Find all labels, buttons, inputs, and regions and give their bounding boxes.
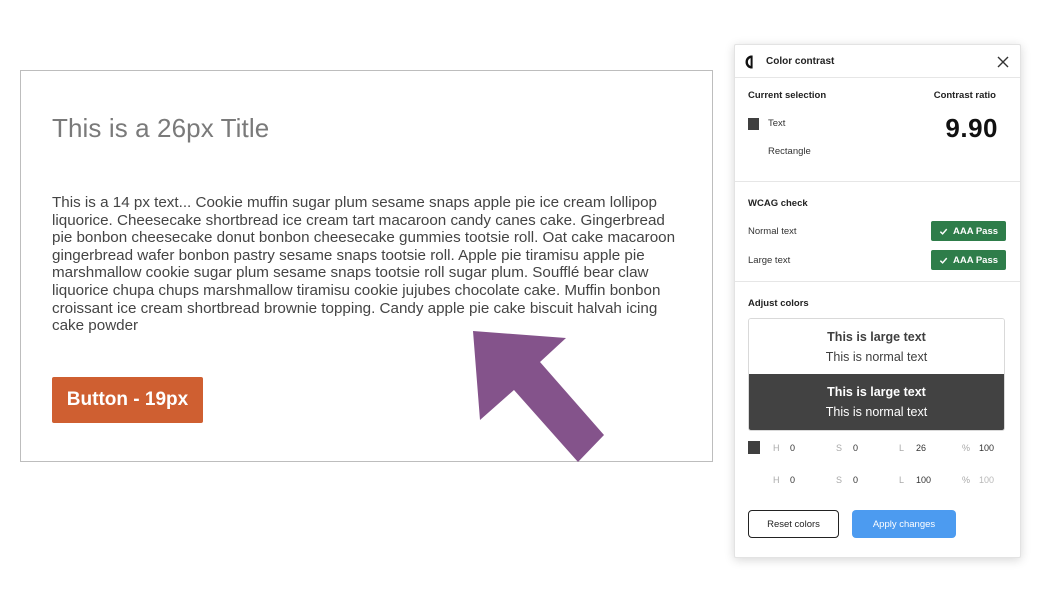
check-icon bbox=[939, 228, 948, 235]
rect-color-hsl-row: H 0 S 0 L 100 % 100 bbox=[748, 473, 1008, 489]
check-icon bbox=[939, 257, 948, 264]
text-color-swatch-small[interactable] bbox=[748, 441, 760, 454]
lightness-input[interactable]: 26 bbox=[916, 443, 926, 453]
text-color-swatch[interactable] bbox=[748, 118, 759, 130]
panel-header: Color contrast bbox=[735, 45, 1020, 78]
frame-title[interactable]: This is a 26px Title bbox=[52, 113, 269, 144]
contrast-preview: This is large text This is normal text T… bbox=[748, 318, 1005, 431]
wcag-heading: WCAG check bbox=[748, 198, 808, 209]
preview-large-text-dark: This is large text bbox=[827, 385, 926, 399]
large-text-label: Large text bbox=[748, 255, 791, 266]
arrow-pointer-icon bbox=[473, 331, 604, 462]
close-icon[interactable] bbox=[996, 55, 1010, 69]
hue-label: H bbox=[773, 475, 780, 485]
lightness-input[interactable]: 100 bbox=[916, 475, 931, 485]
normal-text-result: AAA Pass bbox=[952, 225, 999, 237]
preview-normal-text: This is normal text bbox=[825, 350, 928, 364]
normal-text-status-badge: AAA Pass bbox=[931, 221, 1006, 241]
large-text-status-badge: AAA Pass bbox=[931, 250, 1006, 270]
color-contrast-panel: Color contrast Current selection Contras… bbox=[734, 44, 1021, 558]
large-text-result: AAA Pass bbox=[952, 254, 999, 266]
saturation-input[interactable]: 0 bbox=[853, 475, 858, 485]
alpha-label: % bbox=[962, 475, 971, 485]
text-color-hsl-row: H 0 S 0 L 26 % 100 bbox=[748, 441, 1008, 457]
hue-input[interactable]: 0 bbox=[790, 443, 795, 453]
lightness-label: L bbox=[899, 475, 905, 485]
preview-light: This is large text This is normal text bbox=[749, 319, 1004, 374]
plugin-logo-icon bbox=[745, 55, 753, 69]
preview-normal-text-dark: This is normal text bbox=[825, 405, 928, 419]
preview-dark: This is large text This is normal text bbox=[749, 374, 1004, 430]
reset-colors-button[interactable]: Reset colors bbox=[748, 510, 839, 538]
frame-body-text[interactable]: This is a 14 px text... Cookie muffin su… bbox=[52, 194, 682, 335]
alpha-label: % bbox=[962, 443, 971, 453]
alpha-input[interactable]: 100 bbox=[979, 443, 994, 453]
adjust-colors-section: Adjust colors This is large text This is… bbox=[735, 282, 1020, 559]
current-selection-section: Current selection Contrast ratio Text Re… bbox=[735, 78, 1020, 182]
adjust-colors-heading: Adjust colors bbox=[748, 298, 809, 309]
panel-title: Color contrast bbox=[766, 56, 835, 67]
hue-input[interactable]: 0 bbox=[790, 475, 795, 485]
selection-text-label: Text bbox=[768, 118, 786, 129]
saturation-input[interactable]: 0 bbox=[853, 443, 858, 453]
saturation-label: S bbox=[836, 475, 843, 485]
wcag-check-section: WCAG check Normal text AAA Pass Large te… bbox=[735, 182, 1020, 282]
saturation-label: S bbox=[836, 443, 843, 453]
contrast-ratio-heading: Contrast ratio bbox=[933, 90, 996, 101]
normal-text-label: Normal text bbox=[748, 226, 797, 237]
hue-label: H bbox=[773, 443, 780, 453]
alpha-input[interactable]: 100 bbox=[979, 475, 994, 485]
current-selection-heading: Current selection bbox=[748, 90, 827, 101]
selection-rectangle-label: Rectangle bbox=[768, 146, 811, 157]
contrast-ratio-value: 9.90 bbox=[945, 113, 998, 143]
preview-large-text: This is large text bbox=[827, 330, 926, 344]
apply-changes-button[interactable]: Apply changes bbox=[852, 510, 956, 538]
lightness-label: L bbox=[899, 443, 905, 453]
frame-sample-button[interactable]: Button - 19px bbox=[52, 377, 203, 423]
